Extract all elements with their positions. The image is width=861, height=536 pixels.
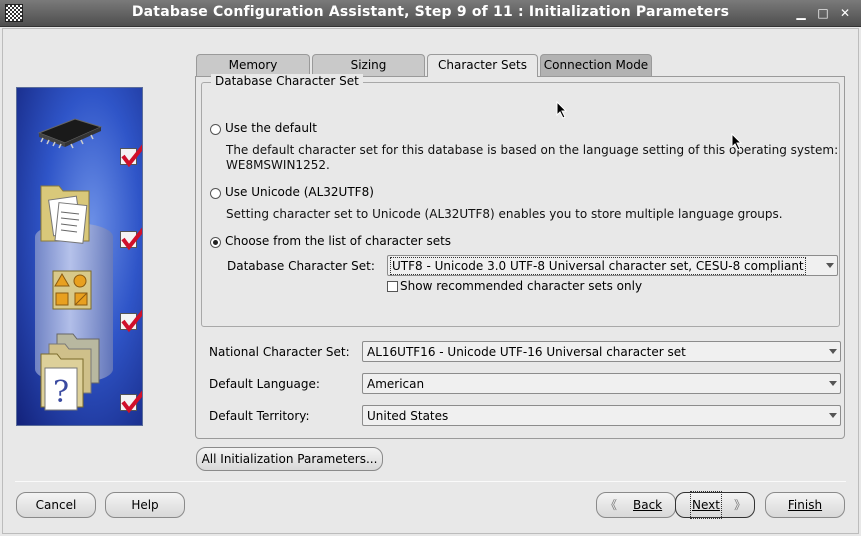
mouse-cursor-icon — [556, 101, 568, 119]
back-label: Back — [633, 498, 663, 512]
group-legend: Database Character Set — [211, 74, 363, 88]
back-arrow-icon: 《 — [605, 498, 618, 512]
next-arrow-icon: 》 — [733, 498, 746, 512]
radio-choose-from-list[interactable] — [210, 237, 221, 248]
tab-memory[interactable]: Memory — [196, 54, 310, 76]
footer-separator — [15, 481, 846, 482]
chevron-down-icon — [829, 381, 837, 386]
tab-character-sets[interactable]: Character Sets — [427, 54, 538, 77]
maximize-icon[interactable]: □ — [815, 5, 831, 21]
close-icon[interactable]: ✕ — [837, 5, 853, 21]
tab-sizing[interactable]: Sizing — [312, 54, 425, 76]
default-language-value: American — [367, 377, 425, 391]
chevron-down-icon — [829, 349, 837, 354]
db-charset-label: Database Character Set: — [227, 259, 375, 273]
default-language-select[interactable]: American — [362, 373, 841, 394]
wizard-illustration: ? — [16, 87, 143, 426]
default-territory-value: United States — [367, 409, 449, 423]
database-charset-group: Database Character Set Use the default T… — [201, 74, 840, 327]
use-default-label[interactable]: Use the default — [225, 121, 317, 135]
use-unicode-description: Setting character set to Unicode (AL32UT… — [226, 207, 783, 221]
mouse-cursor-icon — [731, 133, 743, 151]
next-button[interactable]: Next 》 — [675, 491, 755, 519]
db-charset-select[interactable]: UTF8 - Unicode 3.0 UTF-8 Universal chara… — [387, 255, 838, 276]
step-complete-check-1 — [120, 144, 142, 168]
step-complete-check-3 — [120, 309, 142, 333]
step-complete-check-4 — [120, 390, 142, 414]
back-button[interactable]: 《 Back — [596, 492, 676, 518]
svg-text:?: ? — [53, 375, 69, 410]
memory-chip-icon — [37, 118, 103, 149]
step-complete-check-2 — [120, 227, 142, 251]
finish-button[interactable]: Finish — [765, 492, 845, 518]
use-default-description: The default character set for this datab… — [226, 143, 839, 157]
radio-use-default[interactable] — [210, 124, 221, 135]
help-button[interactable]: Help — [105, 492, 185, 518]
minimize-icon[interactable]: ▁ — [793, 5, 809, 21]
title-bar: Database Configuration Assistant, Step 9… — [0, 0, 861, 27]
national-charset-select[interactable]: AL16UTF16 - Unicode UTF-16 Universal cha… — [362, 341, 841, 362]
finish-label: Finish — [787, 498, 823, 512]
tab-panel: Database Character Set Use the default T… — [195, 74, 845, 439]
choose-from-list-label[interactable]: Choose from the list of character sets — [225, 234, 451, 248]
radio-use-unicode[interactable] — [210, 188, 221, 199]
show-recommended-label[interactable]: Show recommended character sets only — [400, 279, 642, 293]
use-unicode-label[interactable]: Use Unicode (AL32UTF8) — [225, 185, 374, 199]
default-language-label: Default Language: — [209, 377, 320, 391]
folder-documents-icon — [40, 185, 90, 244]
db-charset-value: UTF8 - Unicode 3.0 UTF-8 Universal chara… — [390, 257, 806, 275]
dialog-body: ? Memory Sizing Character Sets Connectio… — [2, 28, 859, 534]
help-folders-icon: ? — [40, 333, 100, 411]
default-territory-label: Default Territory: — [209, 409, 310, 423]
chevron-down-icon — [826, 263, 834, 268]
national-charset-label: National Character Set: — [209, 345, 350, 359]
next-label: Next — [690, 491, 722, 519]
default-territory-select[interactable]: United States — [362, 405, 841, 426]
national-charset-value: AL16UTF16 - Unicode UTF-16 Universal cha… — [367, 345, 686, 359]
cancel-button[interactable]: Cancel — [16, 492, 96, 518]
tab-connection-mode[interactable]: Connection Mode — [540, 54, 652, 76]
show-recommended-checkbox[interactable] — [387, 281, 398, 292]
chevron-down-icon — [829, 413, 837, 418]
all-init-params-button[interactable]: All Initialization Parameters... — [196, 447, 383, 471]
default-charset-value: WE8MSWIN1252. — [226, 158, 330, 172]
window-title: Database Configuration Assistant, Step 9… — [131, 4, 730, 20]
shapes-icon — [52, 270, 92, 310]
